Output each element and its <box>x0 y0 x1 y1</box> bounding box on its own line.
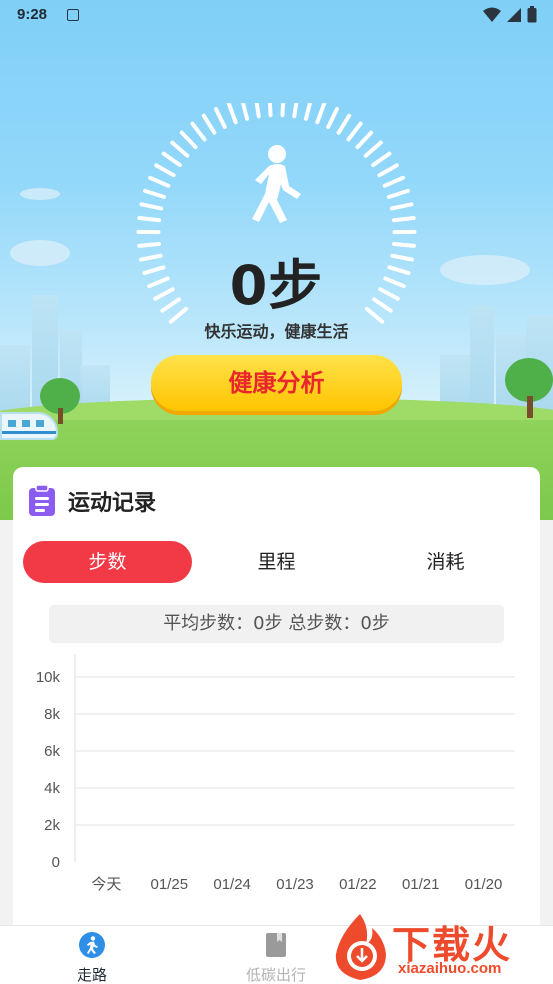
flame-logo-icon <box>335 914 386 980</box>
dial-tick <box>240 103 250 121</box>
walk-nav-icon <box>79 932 105 958</box>
dial-tick <box>139 202 164 211</box>
dial-tick <box>190 121 207 142</box>
y-tick-label: 6k <box>44 743 60 760</box>
dial-tick <box>254 103 261 119</box>
y-tick-label: 2k <box>44 817 60 834</box>
tab-distance[interactable]: 里程 <box>192 541 361 583</box>
clipboard-icon <box>29 485 55 516</box>
wifi-icon <box>483 7 501 22</box>
dial-tick <box>226 103 238 125</box>
health-analysis-button[interactable]: 健康分析 <box>151 355 402 411</box>
x-tick-label: 01/21 <box>402 876 440 893</box>
y-tick-label: 8k <box>44 706 60 723</box>
x-tick-label: 01/24 <box>213 876 251 893</box>
steps-summary: 平均步数：0步 总步数：0步 <box>49 605 504 643</box>
dial-tick <box>386 188 410 199</box>
dial-tick <box>391 216 416 223</box>
status-time: 9:28 <box>17 6 48 23</box>
dial-tick <box>154 163 176 178</box>
dial-tick <box>214 106 227 129</box>
dial-tick <box>147 175 171 188</box>
battery-icon <box>527 6 537 23</box>
dial-tick <box>303 103 313 121</box>
status-bar: 9:28 <box>0 0 553 32</box>
dial-tick <box>280 103 286 118</box>
x-tick-label: 01/22 <box>339 876 377 893</box>
dial-tick <box>315 103 327 125</box>
book-icon <box>266 933 286 957</box>
nav-label-walk: 走路 <box>76 966 107 984</box>
dial-tick <box>179 130 198 150</box>
dial-tick <box>382 175 406 188</box>
dial-tick <box>326 106 339 129</box>
metric-tabs: 步数 里程 消耗 <box>23 541 530 583</box>
card-title: 运动记录 <box>68 491 157 516</box>
exercise-record-card: 运动记录 步数 里程 消耗 平均步数：0步 总步数：0步 0 2k 4k 6k 8k 10… <box>13 467 540 937</box>
dial-tick <box>371 151 392 168</box>
walking-person-icon <box>252 145 301 223</box>
dial-tick <box>170 140 190 158</box>
dial-tick <box>363 140 383 158</box>
train-illustration <box>0 412 58 440</box>
y-tick-label: 10k <box>36 669 61 686</box>
watermark: 下载火 xiazaihuo.com <box>330 910 553 984</box>
sim-card-icon <box>67 9 79 21</box>
x-tick-label: 01/25 <box>151 876 189 893</box>
nav-item-walk[interactable]: 走路 <box>32 932 152 984</box>
dial-tick <box>336 113 352 135</box>
x-tick-label: 今天 <box>91 876 121 893</box>
dial-tick <box>355 130 374 150</box>
dial-tick <box>143 188 167 199</box>
dial-tick <box>389 202 414 211</box>
signal-icon <box>507 7 521 22</box>
dial-tick <box>267 103 273 118</box>
slogan: 快乐运动，健康生活 <box>204 322 349 341</box>
tab-steps[interactable]: 步数 <box>23 541 192 583</box>
y-tick-label: 0 <box>52 854 60 871</box>
x-tick-label: 01/23 <box>276 876 314 893</box>
dial-tick <box>292 103 299 119</box>
dial-tick <box>346 121 363 142</box>
nav-label-low-carbon: 低碳出行 <box>245 966 306 984</box>
steps-chart: 0 2k 4k 6k 8k 10k 今天 01/25 01/24 01/23 01/22 01/21 0… <box>36 654 515 893</box>
tab-calories[interactable]: 消耗 <box>361 541 530 583</box>
dial-tick <box>201 113 217 135</box>
watermark-url: xiazaihuo.com <box>398 960 502 977</box>
dial-tick <box>377 163 399 178</box>
x-tick-label: 01/20 <box>465 876 503 893</box>
dial-tick <box>161 151 182 168</box>
step-count: 0步 <box>229 254 324 317</box>
y-tick-label: 4k <box>44 780 60 797</box>
dial-tick <box>137 216 162 223</box>
nav-item-low-carbon[interactable]: 低碳出行 <box>216 932 336 984</box>
